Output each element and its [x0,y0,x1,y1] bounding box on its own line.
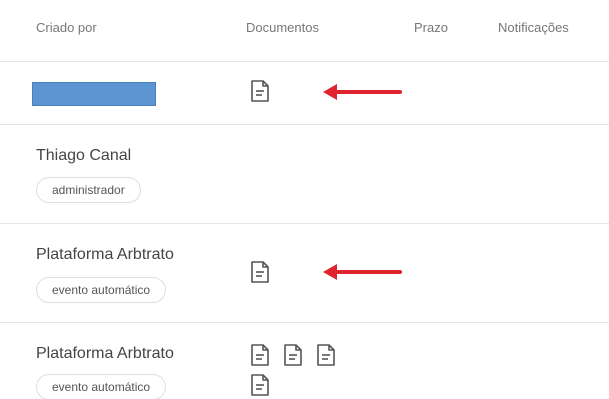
document-icon[interactable] [249,373,271,397]
arrow-left-icon [320,262,404,282]
table-row: Plataforma Arbtrato evento automático [0,224,609,323]
table-row: Thiago Canal administrador [0,125,609,224]
document-icon[interactable] [315,343,337,367]
role-tag: evento automático [36,374,167,399]
role-tag: evento automático [36,277,167,303]
role-tag: administrador [36,177,141,203]
column-header-notifications[interactable]: Notificações [498,20,569,35]
column-header-created-by[interactable]: Criado por [36,20,97,35]
creator-name: Thiago Canal [36,147,132,164]
table-header: Criado por Documentos Prazo Notificações [0,0,609,62]
creator-name: Plataforma Arbtrato [36,246,174,263]
redacted-creator-block [32,82,156,106]
table-row [0,62,609,125]
document-icon[interactable] [282,343,304,367]
document-icon[interactable] [249,79,271,103]
document-icon[interactable] [249,260,271,284]
table-row: Plataforma Arbtrato evento automático [0,323,609,399]
document-icon[interactable] [249,343,271,367]
creator-name: Plataforma Arbtrato [36,345,174,362]
column-header-deadline[interactable]: Prazo [414,20,448,35]
column-header-documents[interactable]: Documentos [246,20,319,35]
arrow-left-icon [320,82,404,102]
